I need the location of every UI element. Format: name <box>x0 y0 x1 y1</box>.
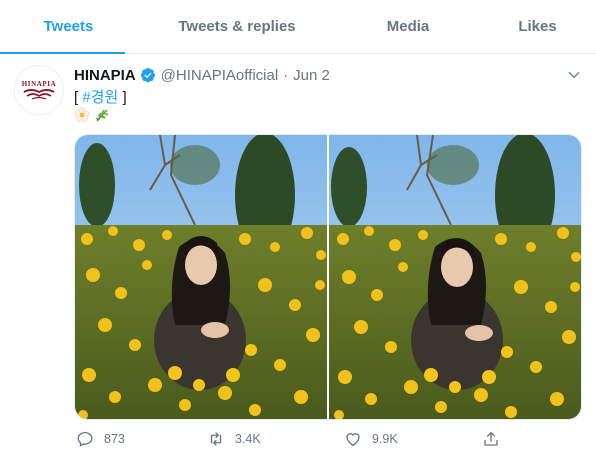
heart-icon <box>346 433 360 447</box>
tab-likes[interactable]: Likes <box>479 0 596 53</box>
tweet-text: [ #경원 ] <box>74 86 127 107</box>
profile-tabs: Tweets Tweets & replies Media Likes <box>0 0 596 54</box>
retweet-icon <box>210 432 222 446</box>
bracket-close: ] <box>118 89 127 106</box>
like-button[interactable]: 9.9K <box>344 428 398 450</box>
chevron-down-icon[interactable] <box>566 67 582 83</box>
tweet-media <box>74 134 582 420</box>
author-handle[interactable]: @HINAPIAofficial <box>161 67 279 84</box>
photo-2[interactable] <box>329 135 581 419</box>
hinapia-logo: HINAPIA <box>22 80 57 100</box>
tab-tweets[interactable]: Tweets <box>0 0 137 54</box>
retweet-button[interactable]: 3.4K <box>207 428 261 450</box>
author-name[interactable]: HINAPIA <box>74 67 136 84</box>
tweet-actions: 873 3.4K 9.9K <box>74 428 582 452</box>
separator-dot: · <box>283 66 289 84</box>
tab-media[interactable]: Media <box>337 0 479 53</box>
reply-icon <box>77 431 93 447</box>
retweet-count: 3.4K <box>235 432 261 446</box>
like-count: 9.9K <box>372 432 398 446</box>
tab-tweets-and-replies[interactable]: Tweets & replies <box>137 0 337 53</box>
tweet-emoji-line <box>74 106 110 124</box>
blossom-emoji <box>74 107 90 122</box>
tweet[interactable]: HINAPIA HINAPIA @HINAPIAofficial · Jun 2… <box>0 55 596 460</box>
tweet-header: HINAPIA @HINAPIAofficial · Jun 2 <box>74 65 330 85</box>
tweet-date[interactable]: Jun 2 <box>293 67 330 84</box>
photo-1[interactable] <box>75 135 327 419</box>
hashtag-link[interactable]: #경원 <box>82 89 118 106</box>
share-button[interactable] <box>482 428 510 450</box>
reply-button[interactable]: 873 <box>76 428 125 450</box>
reply-count: 873 <box>104 432 125 446</box>
logo-text: HINAPIA <box>22 80 57 88</box>
share-icon <box>484 431 498 446</box>
avatar[interactable]: HINAPIA <box>14 65 64 115</box>
herb-emoji <box>96 109 109 122</box>
verified-badge-icon <box>140 68 155 83</box>
